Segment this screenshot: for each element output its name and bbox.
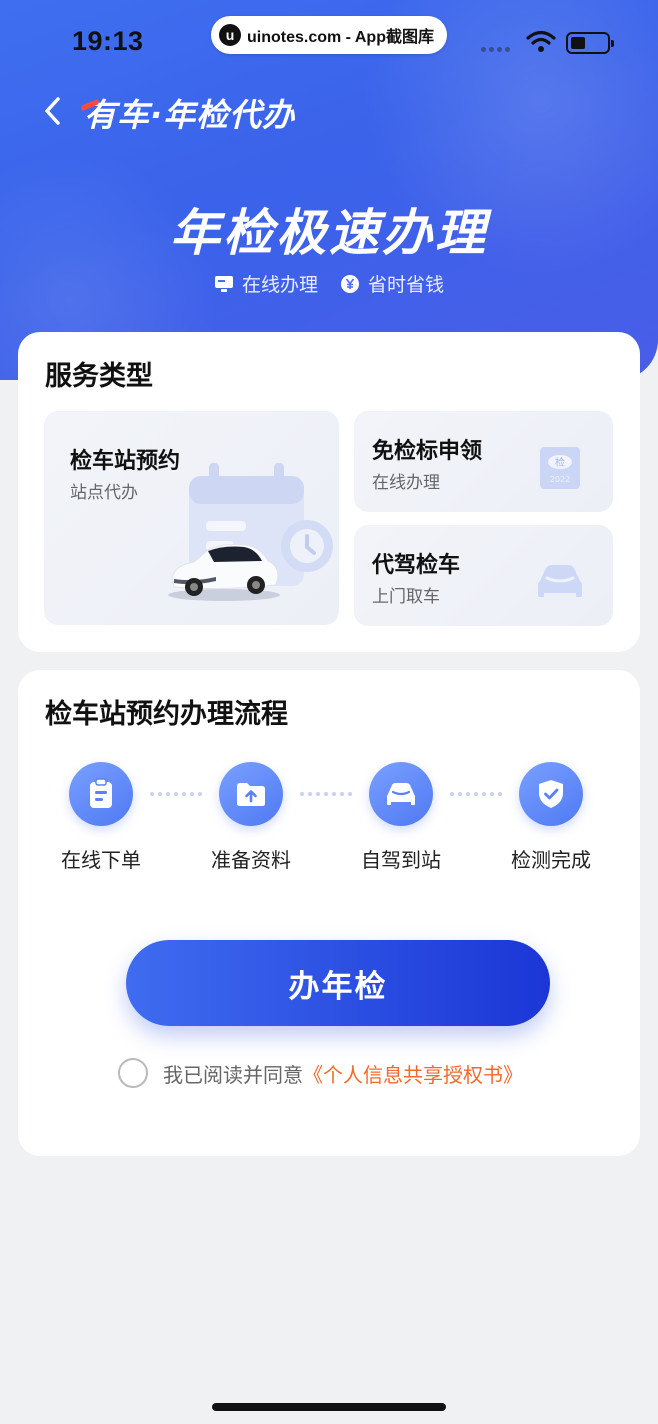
wifi-icon: [526, 30, 556, 58]
svg-text:2022: 2022: [550, 475, 570, 484]
hero-tag-label: 在线办理: [241, 274, 318, 296]
brand-subtitle: ·年检代办: [150, 96, 296, 134]
service-subtitle: 在线办理: [372, 473, 440, 493]
hero-tags: 在线办理 省时省钱: [0, 270, 658, 297]
status-time: 19:13: [72, 26, 144, 56]
step-label: 检测完成: [511, 848, 591, 872]
shield-check-icon: [519, 762, 583, 826]
battery-icon: [566, 32, 614, 54]
hero-title: 年检极速办理: [170, 204, 488, 262]
agreement-link[interactable]: 《个人信息共享授权书》: [303, 1059, 523, 1088]
brand-title: 有车·年检代办: [84, 90, 295, 136]
car-icon: [369, 762, 433, 826]
process-step: 在线下单: [41, 762, 161, 873]
service-station-booking[interactable]: 检车站预约 站点代办: [44, 411, 339, 625]
home-indicator: [212, 1403, 446, 1411]
service-subtitle: 站点代办: [70, 483, 138, 503]
process-step: 准备资料: [191, 762, 311, 873]
step-label: 自驾到站: [361, 848, 441, 872]
hero-tag-online: 在线办理: [214, 270, 318, 297]
signal-icon: [481, 47, 510, 52]
service-valet-inspection[interactable]: 代驾检车 上门取车: [354, 525, 613, 626]
service-exempt-label[interactable]: 免检标申领 在线办理 检 2022: [354, 411, 613, 512]
chevron-left-icon: [45, 97, 60, 125]
url-badge-text: uinotes.com - App截图库: [247, 29, 434, 46]
service-name: 免检标申领: [372, 439, 483, 464]
url-badge: u uinotes.com - App截图库: [211, 16, 447, 54]
hero-tag-label: 省时省钱: [368, 274, 445, 296]
svg-text:检: 检: [555, 456, 565, 469]
step-label: 准备资料: [211, 848, 291, 872]
service-name: 代驾检车: [372, 553, 461, 578]
car-illustration: [168, 544, 280, 601]
step-label: 在线下单: [61, 848, 141, 872]
uinotes-logo-icon: u: [219, 24, 241, 46]
agree-checkbox[interactable]: [118, 1058, 148, 1088]
folder-upload-icon: [219, 762, 283, 826]
service-subtitle: 上门取车: [372, 587, 440, 607]
agreement-row: 我已阅读并同意 《个人信息共享授权书》: [118, 1058, 523, 1088]
back-button[interactable]: [38, 93, 68, 129]
process-step: 检测完成: [491, 762, 611, 873]
service-type-title: 服务类型: [45, 361, 153, 392]
service-type-card: 服务类型 检车站预约 站点代办 免检标申领 在线办理 检 2022 代驾检车 上…: [18, 332, 640, 652]
annual-inspection-button[interactable]: 办年检: [126, 940, 550, 1026]
brand-name: 有车: [84, 96, 151, 134]
hero-tag-save: 省时省钱: [340, 270, 444, 297]
process-step: 自驾到站: [341, 762, 461, 873]
car-front-icon: [538, 565, 582, 597]
monitor-icon: [214, 274, 234, 294]
process-title: 检车站预约办理流程: [45, 699, 288, 730]
clipboard-icon: [69, 762, 133, 826]
hero-banner: [0, 0, 658, 380]
inspection-badge-icon: 检 2022: [540, 447, 580, 489]
process-card: 检车站预约办理流程 在线下单 准备资料 自驾到站 检测完成 办年检 我已阅读并同…: [18, 670, 640, 1156]
agree-text: 我已阅读并同意: [163, 1062, 303, 1087]
yen-icon: [340, 274, 360, 294]
process-steps: 在线下单 准备资料 自驾到站 检测完成: [18, 762, 640, 882]
